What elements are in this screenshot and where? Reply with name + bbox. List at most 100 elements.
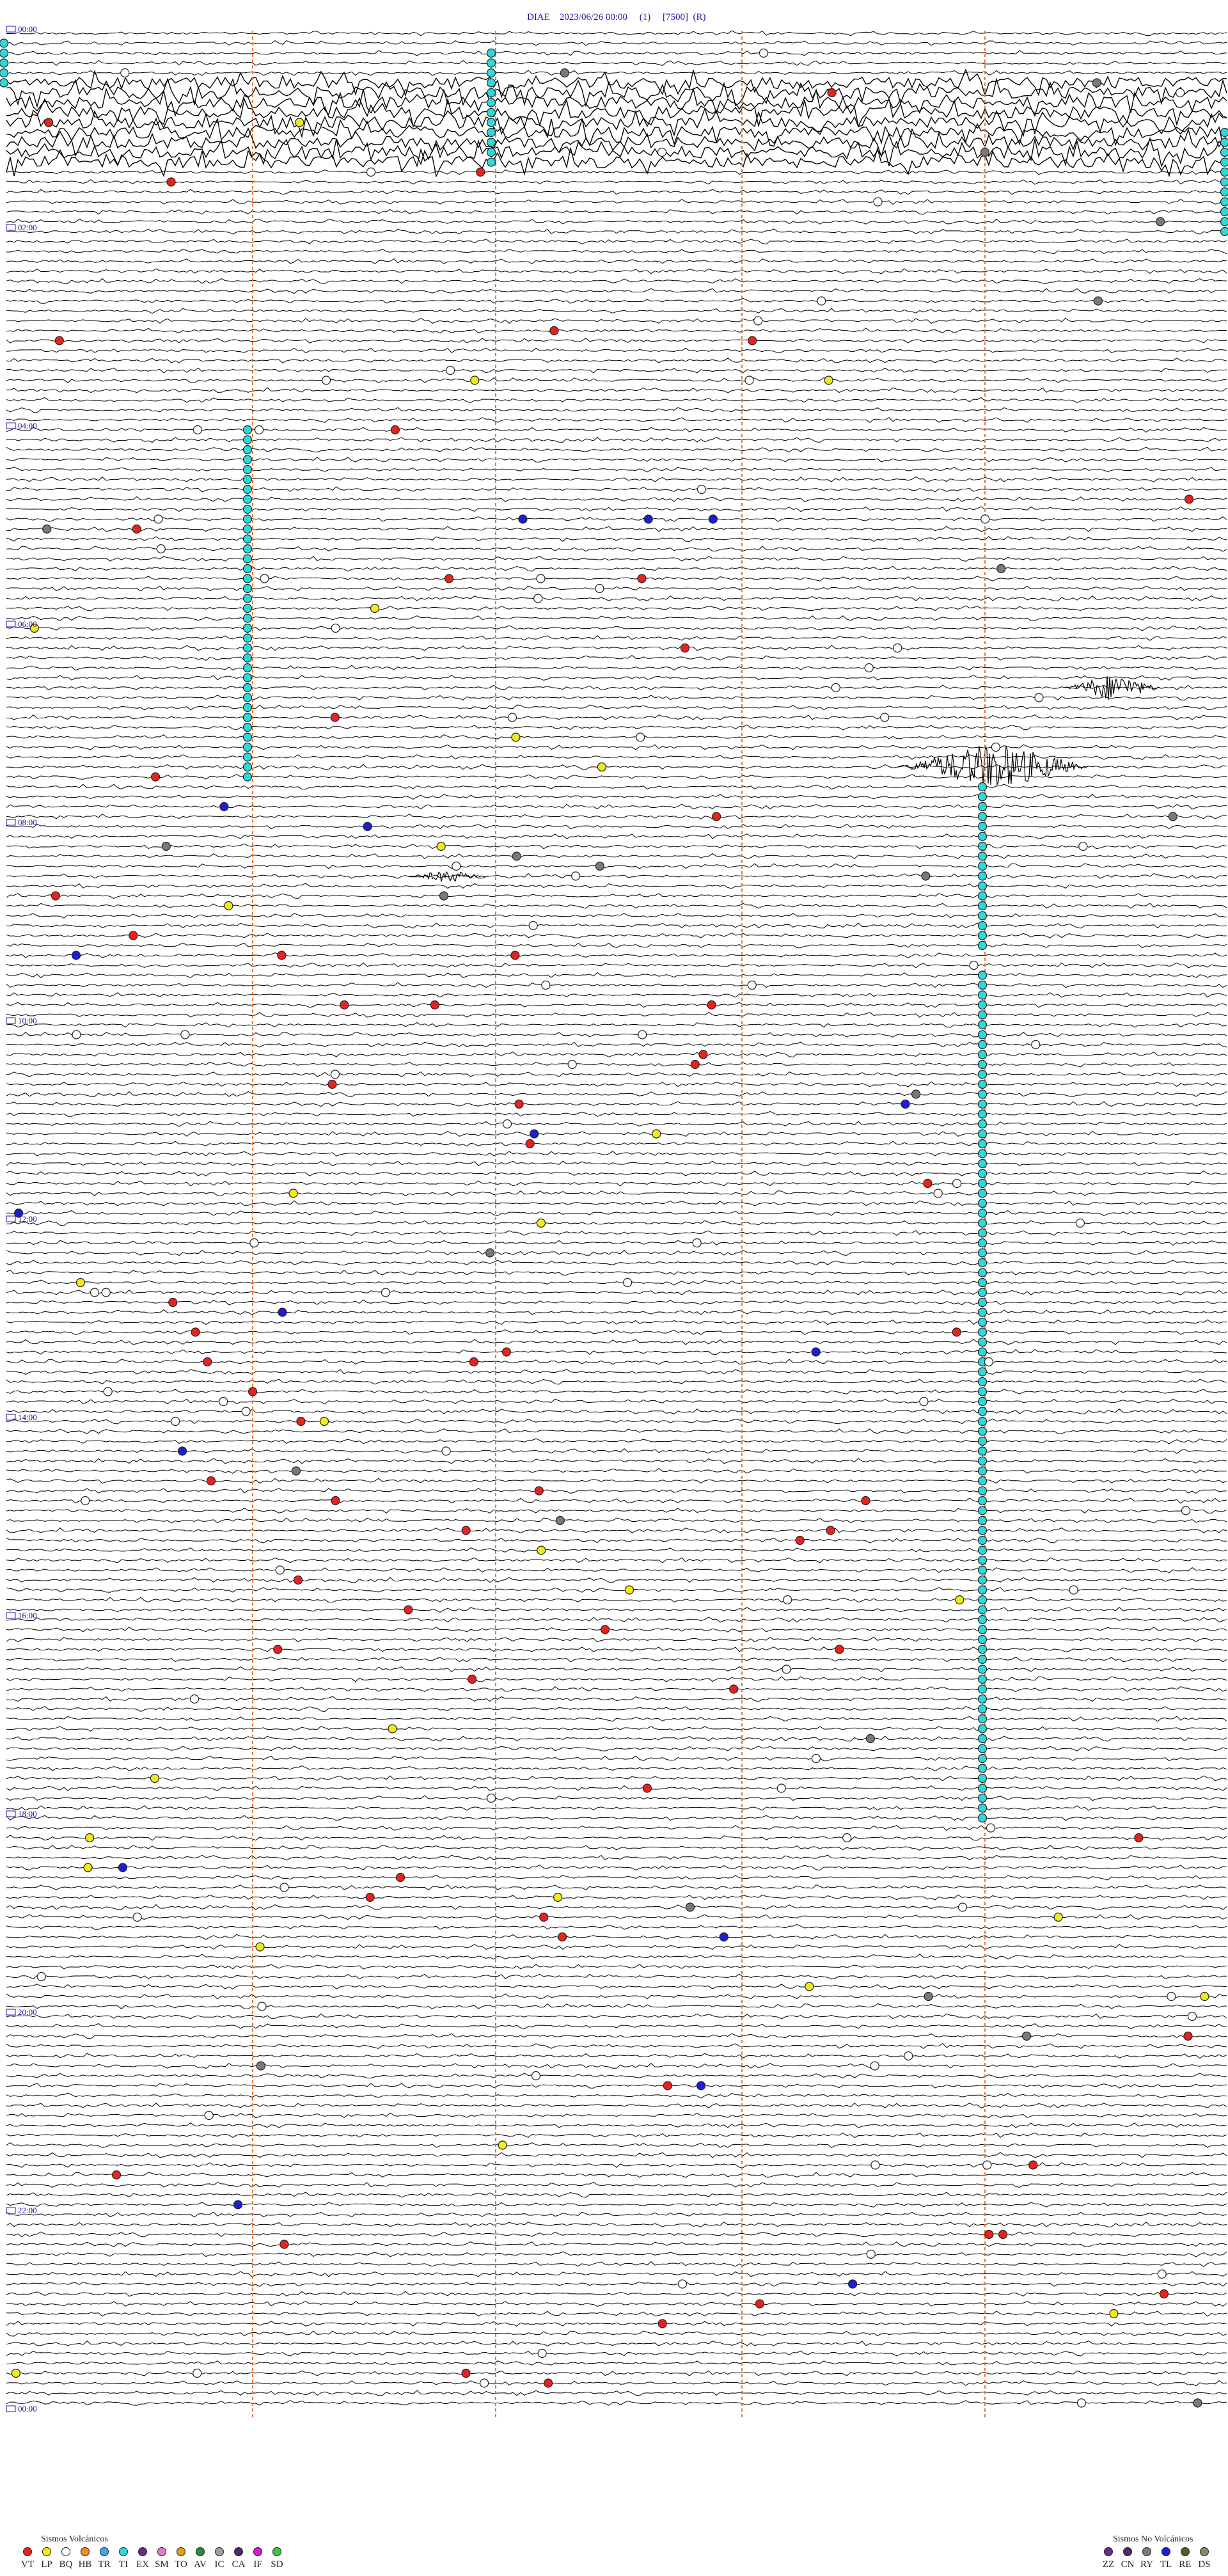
- ti-marker: [977, 1158, 988, 1169]
- trace-line: [6, 1954, 1227, 1960]
- ry-marker: [161, 841, 171, 851]
- bq-marker: [1031, 1039, 1041, 1050]
- trace-line: [6, 2062, 1227, 2069]
- trace-line: [6, 218, 1227, 225]
- ti-marker: [242, 574, 253, 583]
- lp-marker: [224, 901, 233, 911]
- trace-line: [6, 1418, 1227, 1425]
- bq-marker: [507, 713, 517, 722]
- trace-line: [6, 535, 1227, 542]
- ti-marker: [486, 138, 496, 147]
- time-label-box: [6, 2009, 16, 2016]
- ti-marker: [242, 554, 253, 564]
- ti-marker: [977, 1526, 988, 1535]
- trace-line: [6, 913, 1227, 919]
- vt-marker: [395, 1872, 405, 1883]
- trace-line: [6, 298, 1227, 304]
- ti-marker: [486, 118, 496, 127]
- vt-marker: [637, 574, 647, 583]
- trace-line: [6, 1825, 1227, 1831]
- ti-marker: [242, 643, 253, 653]
- trace-line: [6, 1934, 1227, 1940]
- vt-marker: [984, 2229, 994, 2240]
- bq-marker: [904, 2051, 913, 2061]
- bq-marker: [531, 2071, 541, 2081]
- tl-marker: [177, 1446, 187, 1456]
- vt-marker: [461, 2368, 471, 2378]
- vt-marker: [203, 1357, 212, 1367]
- time-label: 20:00: [18, 2007, 37, 2017]
- trace-line: [6, 1517, 1227, 1524]
- ti-marker: [977, 1565, 988, 1575]
- ti-marker: [977, 1277, 988, 1288]
- ti-marker: [977, 901, 988, 911]
- ti-marker: [977, 1189, 988, 1198]
- ti-marker: [242, 613, 253, 623]
- bq-marker: [870, 2061, 879, 2071]
- trace-line: [6, 367, 1227, 374]
- ti-marker: [242, 475, 253, 484]
- bq-marker: [759, 48, 769, 58]
- ti-marker: [977, 782, 988, 792]
- ti-marker: [977, 1387, 988, 1396]
- trace-line: [6, 258, 1227, 265]
- trace-line: [6, 694, 1227, 701]
- trace-line: [6, 1368, 1227, 1375]
- lp-marker: [1053, 1912, 1063, 1922]
- ti-marker: [977, 1297, 988, 1308]
- trace-line: [6, 992, 1227, 998]
- trace-line: [6, 1943, 1227, 1950]
- trace-line: [6, 1279, 1227, 1286]
- ry-marker: [291, 1466, 301, 1476]
- bq-marker: [842, 1833, 852, 1843]
- ti-marker: [977, 1396, 988, 1407]
- trace-line: [6, 764, 1227, 770]
- ti-marker: [977, 1555, 988, 1565]
- trace-line: [6, 1101, 1227, 1107]
- trace-line: [6, 486, 1227, 493]
- ti-marker: [486, 127, 496, 138]
- legend-dot-tl: [1161, 2547, 1170, 2556]
- bq-marker: [1078, 841, 1088, 851]
- trace-line: [6, 1180, 1227, 1187]
- trace-line: [6, 1795, 1227, 1801]
- trace-line: [6, 2251, 1227, 2257]
- legend-dot-sm: [157, 2547, 166, 2556]
- bq-marker: [452, 861, 461, 871]
- bq-marker: [623, 1277, 633, 1288]
- vt-marker: [340, 1000, 349, 1010]
- ti-marker: [977, 1625, 988, 1634]
- trace-line: [6, 358, 1227, 363]
- trace-line: [6, 2122, 1227, 2128]
- vt-marker: [279, 2240, 289, 2249]
- lp-marker: [498, 2140, 507, 2150]
- ry-marker: [911, 1089, 921, 1099]
- ti-marker: [242, 683, 253, 693]
- ti-marker: [977, 1416, 988, 1426]
- bq-marker: [817, 296, 826, 306]
- vt-marker: [206, 1476, 216, 1486]
- vt-marker: [861, 1496, 870, 1506]
- trace-line: [6, 675, 1227, 681]
- tl-marker: [719, 1932, 728, 1942]
- bq-marker: [193, 2368, 202, 2378]
- vt-marker: [835, 1645, 844, 1654]
- ti-marker: [977, 1545, 988, 1555]
- vt-marker: [191, 1327, 200, 1337]
- lp-marker: [824, 375, 833, 385]
- legend-dot-lp: [42, 2547, 51, 2556]
- ti-marker: [977, 1793, 988, 1803]
- bq-marker: [72, 1030, 81, 1039]
- lp-marker: [436, 841, 446, 851]
- ti-marker: [977, 921, 988, 931]
- time-label-box: [6, 620, 16, 628]
- lp-marker: [319, 1416, 329, 1426]
- trace-line: [6, 962, 1227, 968]
- ti-marker: [977, 881, 988, 891]
- vt-marker: [469, 1357, 478, 1367]
- bq-marker: [219, 1396, 228, 1407]
- trace-line: [6, 1240, 1227, 1246]
- ti-marker: [977, 1724, 988, 1734]
- bq-marker: [919, 1396, 929, 1407]
- tl-marker: [847, 2279, 858, 2289]
